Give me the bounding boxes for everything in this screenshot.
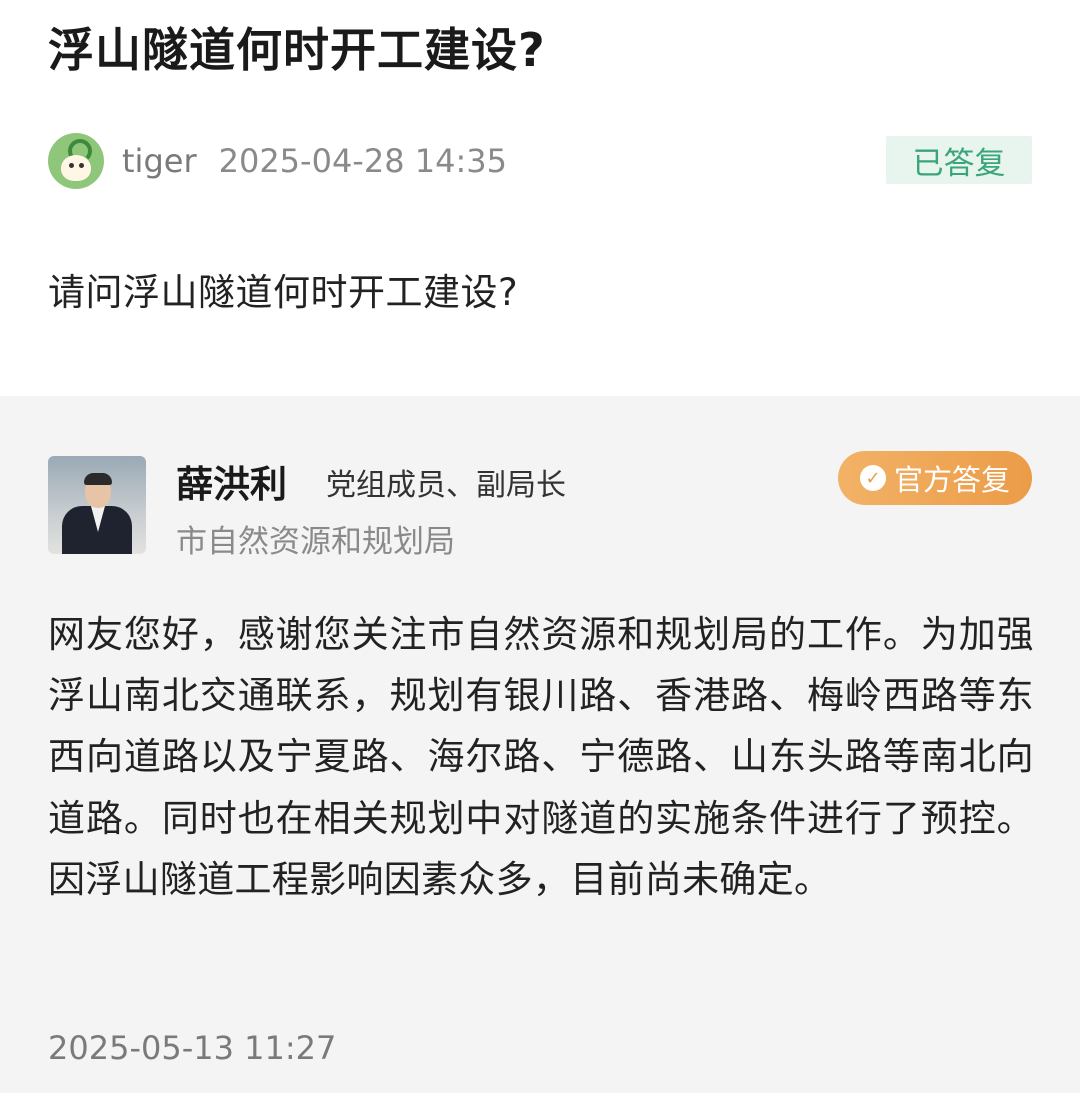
official-reply-label: 官方答复: [893, 463, 1010, 497]
answer-body: 网友您好，感谢您关注市自然资源和规划局的工作。为加强浮山南北交通联系，规划有银川…: [48, 613, 1034, 901]
official-avatar[interactable]: [48, 456, 146, 554]
question-section: 浮山隧道何时开工建设? tiger 2025-04-28 14:35 已答复 请…: [0, 0, 1080, 396]
question-meta: tiger 2025-04-28 14:35: [48, 132, 507, 190]
author-name[interactable]: tiger: [122, 142, 197, 180]
answer-section: 薛洪利 党组成员、副局长 市自然资源和规划局 ✓ 官方答复 网友您好，感谢您关注…: [0, 396, 1080, 1093]
question-body: 请问浮山隧道何时开工建设?: [48, 271, 519, 314]
check-badge-icon: ✓: [859, 465, 886, 491]
official-role: 党组成员、副局长: [326, 468, 566, 503]
question-title: 浮山隧道何时开工建设?: [48, 23, 546, 77]
answer-time: 2025-05-13 11:27: [48, 1029, 337, 1067]
official-reply-badge: ✓ 官方答复: [838, 451, 1032, 505]
official-org: 市自然资源和规划局: [176, 524, 455, 560]
question-time: 2025-04-28 14:35: [218, 142, 507, 180]
status-badge: 已答复: [886, 136, 1032, 184]
official-name: 薛洪利: [176, 463, 287, 506]
user-avatar-icon[interactable]: [48, 133, 104, 189]
